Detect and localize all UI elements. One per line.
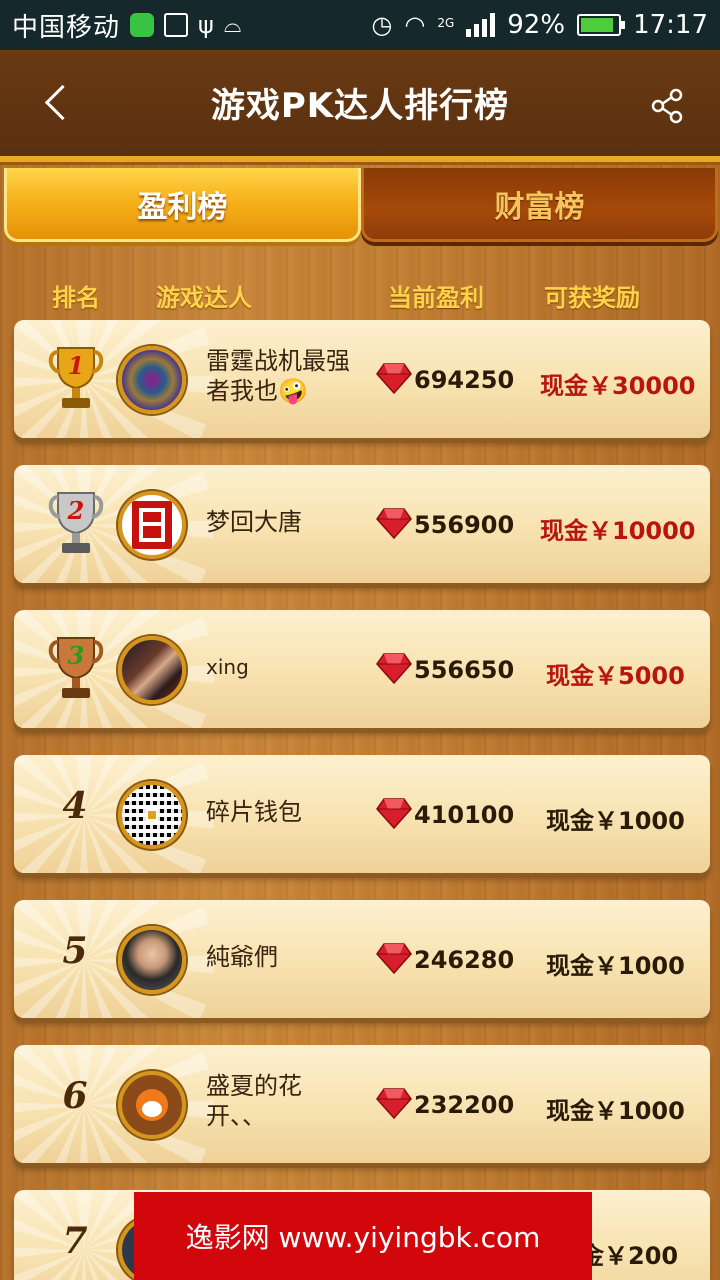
column-rank: 排名	[52, 284, 100, 312]
battery-icon	[577, 14, 626, 36]
gold-trophy-icon: 1	[48, 347, 104, 408]
reward-amount: 金￥200	[580, 1242, 679, 1270]
avatar[interactable]	[118, 781, 186, 849]
status-bar: 中国移动 ψ ⌓ ◷ ◠ 2G 92% 17:17	[0, 0, 720, 50]
player-name: xing	[206, 655, 249, 679]
bronze-trophy-icon: 3	[48, 637, 104, 698]
player-name: 碎片钱包	[206, 798, 302, 826]
current-profit: 232200	[414, 1091, 515, 1119]
leaderboard-row[interactable]: 2 梦回大唐 556900 现金￥10000	[14, 465, 710, 583]
battery-percent: 92%	[507, 10, 566, 40]
rank-number: 5	[62, 930, 88, 972]
avatar[interactable]	[118, 491, 186, 559]
current-profit: 694250	[414, 366, 515, 394]
player-name: 盛夏的花开、、	[206, 1072, 302, 1130]
player-name: 梦回大唐	[206, 508, 302, 536]
avatar[interactable]	[118, 346, 186, 414]
ruby-gem-icon	[376, 653, 412, 684]
column-headers: 排名 游戏达人 当前盈利 可获奖励	[0, 278, 720, 312]
clock: 17:17	[633, 10, 708, 40]
column-reward: 可获奖励	[544, 284, 640, 312]
player-name: 純爺們	[206, 943, 278, 971]
rank-number: 4	[62, 785, 88, 827]
avatar[interactable]	[118, 926, 186, 994]
rank-number: 7	[62, 1220, 88, 1262]
avatar[interactable]	[118, 636, 186, 704]
watermark-banner: 逸影网 www.yiyingbk.com	[134, 1192, 592, 1280]
app-notification-icon	[130, 13, 155, 37]
leaderboard-tabs: 盈利榜 财富榜	[4, 168, 718, 246]
rank-number: 6	[62, 1075, 88, 1117]
tab-profit[interactable]: 盈利榜	[4, 168, 361, 242]
leaderboard-row[interactable]: 1 雷霆战机最强者我也🤪 694250 现金￥30000	[14, 320, 710, 438]
ruby-gem-icon	[376, 943, 412, 974]
rank-number: 3	[68, 641, 85, 670]
leaderboard-row[interactable]: 5 純爺們 246280 现金￥1000	[14, 900, 710, 1018]
carrier-label: 中国移动	[12, 12, 121, 43]
image-notification-icon	[164, 13, 189, 37]
rank-number: 2	[67, 496, 85, 525]
current-profit: 556900	[414, 511, 515, 539]
avatar[interactable]	[118, 1071, 186, 1139]
reward-amount: 现金￥1000	[546, 952, 685, 980]
ruby-gem-icon	[376, 363, 412, 394]
column-profit: 当前盈利	[388, 284, 484, 312]
ruby-gem-icon	[376, 508, 412, 539]
android-icon: ⌓	[223, 12, 242, 38]
player-name: 雷霆战机最强者我也🤪	[206, 347, 350, 405]
reward-amount: 现金￥30000	[540, 372, 696, 400]
signal-icon	[466, 13, 496, 37]
usb-icon: ψ	[198, 11, 214, 39]
leaderboard-row[interactable]: 3 xing 556650 现金￥5000	[14, 610, 710, 728]
share-icon[interactable]	[650, 88, 686, 124]
app-header: 游戏PK达人排行榜	[0, 50, 720, 162]
reward-amount: 现金￥1000	[546, 1097, 685, 1125]
leaderboard-row[interactable]: 4 碎片钱包 410100 现金￥1000	[14, 755, 710, 873]
silver-trophy-icon: 2	[48, 492, 104, 553]
page-title: 游戏PK达人排行榜	[210, 86, 510, 126]
network-type-label: 2G	[437, 16, 455, 30]
column-player: 游戏达人	[156, 284, 252, 312]
reward-amount: 现金￥5000	[546, 662, 685, 690]
ruby-gem-icon	[376, 1088, 412, 1119]
ruby-gem-icon	[376, 798, 412, 829]
alarm-icon: ◷	[371, 11, 393, 39]
rank-number: 1	[68, 351, 85, 380]
current-profit: 246280	[414, 946, 515, 974]
reward-amount: 现金￥10000	[540, 517, 696, 545]
current-profit: 556650	[414, 656, 515, 684]
wifi-icon: ◠	[404, 11, 426, 39]
reward-amount: 现金￥1000	[546, 807, 685, 835]
leaderboard-row[interactable]: 6 盛夏的花开、、 232200 现金￥1000	[14, 1045, 710, 1163]
current-profit: 410100	[414, 801, 515, 829]
tab-wealth[interactable]: 财富榜	[361, 168, 718, 242]
